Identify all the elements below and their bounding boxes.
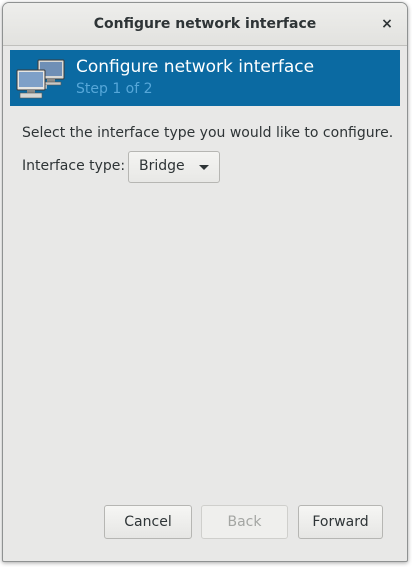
network-computers-icon <box>16 59 65 99</box>
chevron-down-icon <box>199 165 209 170</box>
close-icon[interactable]: × <box>377 14 397 34</box>
content-area: Select the interface type you would like… <box>3 107 407 497</box>
interface-type-label: Interface type: <box>22 158 126 174</box>
header-banner: Configure network interface Step 1 of 2 <box>10 50 400 106</box>
forward-button[interactable]: Forward <box>298 505 383 539</box>
cancel-button[interactable]: Cancel <box>104 505 192 539</box>
instruction-text: Select the interface type you would like… <box>22 125 394 141</box>
titlebar: Configure network interface × <box>3 3 407 46</box>
dialog-window: Configure network interface × Configure … <box>2 2 408 562</box>
window-title: Configure network interface <box>93 16 317 32</box>
banner-title: Configure network interface <box>76 57 315 77</box>
back-button[interactable]: Back <box>201 505 288 539</box>
step-indicator: Step 1 of 2 <box>76 81 153 97</box>
interface-type-value: Bridge <box>139 158 185 174</box>
interface-type-dropdown[interactable]: Bridge <box>128 151 220 183</box>
